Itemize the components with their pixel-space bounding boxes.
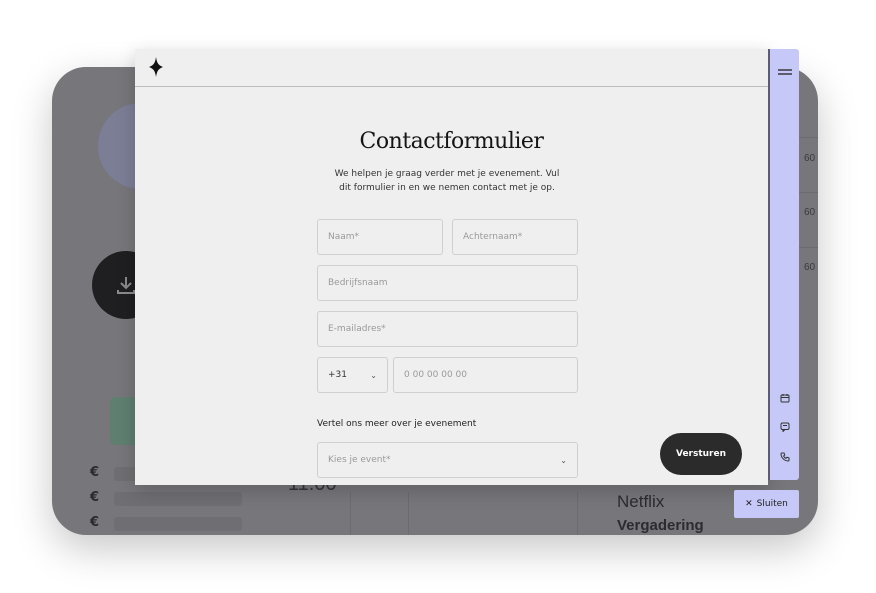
country-code-value: +31 (328, 370, 347, 380)
side-panel (768, 49, 799, 480)
event-select[interactable]: Kies je event* ⌄ (317, 442, 578, 478)
column-divider (350, 492, 351, 535)
email-input[interactable]: E-mailadres* (317, 311, 578, 347)
event-section-label: Vertel ons meer over je evenement (317, 419, 477, 429)
amount-bar (114, 492, 242, 506)
event-name: Netflix (617, 492, 665, 511)
close-button[interactable]: ✕ Sluiten (734, 490, 799, 518)
close-button-label: Sluiten (756, 499, 788, 509)
amount-bar (114, 517, 242, 531)
menu-icon[interactable] (776, 63, 794, 81)
chevron-down-icon: ⌄ (370, 371, 377, 380)
euro-symbol: € (90, 515, 100, 530)
euro-symbol: € (90, 465, 100, 480)
close-icon: ✕ (745, 499, 753, 509)
calendar-icon[interactable] (776, 389, 794, 407)
column-divider (577, 492, 578, 535)
phone-input[interactable]: 0 00 00 00 00 (393, 357, 578, 393)
last-name-input[interactable]: Achternaam* (452, 219, 578, 255)
event-type: Vergadering (617, 517, 704, 534)
first-name-input[interactable]: Naam* (317, 219, 443, 255)
chevron-down-icon: ⌄ (560, 456, 567, 465)
phone-icon[interactable] (776, 448, 794, 466)
submit-button[interactable]: Versturen (660, 433, 742, 475)
company-input[interactable]: Bedrijfsnaam (317, 265, 578, 301)
modal-header (135, 49, 768, 87)
contact-modal: Contactformulier We helpen je graag verd… (135, 49, 768, 485)
form-description: We helpen je graag verder met je eveneme… (334, 169, 560, 193)
chat-icon[interactable] (776, 418, 794, 436)
price-value: 60 (804, 262, 816, 273)
price-value: 60 (804, 153, 816, 164)
form-title: Contactformulier (359, 129, 544, 154)
euro-symbol: € (90, 490, 100, 505)
screen: € € € 11.00 Netflix Vergadering 60 60 60… (0, 0, 876, 593)
diamond-logo-icon[interactable] (149, 57, 163, 77)
column-divider (408, 492, 409, 535)
country-code-select[interactable]: +31 ⌄ (317, 357, 388, 393)
event-select-placeholder: Kies je event* (328, 455, 391, 465)
price-value: 60 (804, 207, 816, 218)
